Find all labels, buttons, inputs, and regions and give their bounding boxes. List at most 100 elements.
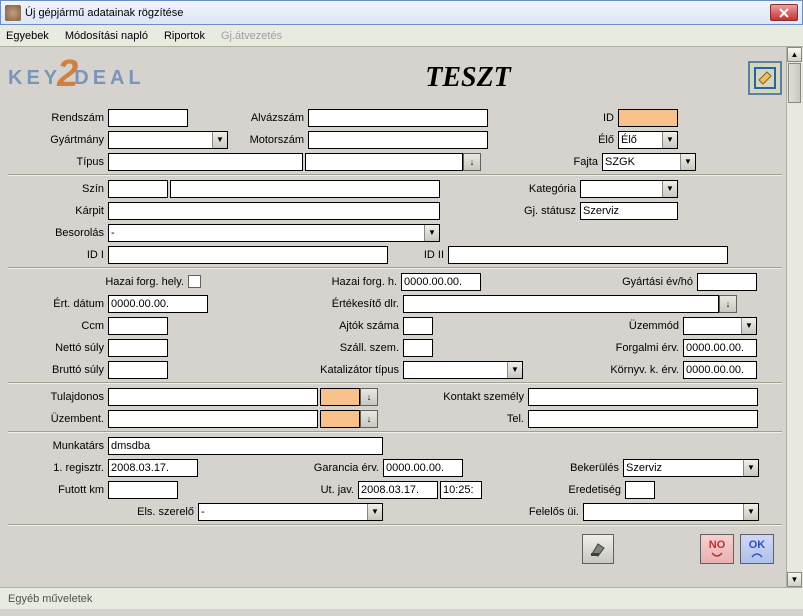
label-rendszam: Rendszám [8,112,108,124]
tulajdonos-code-field[interactable] [320,388,360,406]
label-hazai-h: Hazai forg. h. [201,276,401,288]
gyartasi-field[interactable] [697,273,757,291]
uzembent-code-field[interactable] [320,410,360,428]
szin-code-field[interactable] [108,180,168,198]
label-brutto: Bruttó súly [8,364,108,376]
tulajdonos-lookup-button[interactable]: ↓ [360,388,378,406]
gjstatusz-field[interactable]: Szerviz [580,202,678,220]
uzembent-field[interactable] [108,410,318,428]
menu-gjatvezetes: Gj.átvezetés [221,30,282,42]
footer-buttons: NO OK [8,528,782,570]
ccm-field[interactable] [108,317,168,335]
motorszam-field[interactable] [308,131,488,149]
uzembent-lookup-button[interactable]: ↓ [360,410,378,428]
bekerules-select[interactable]: Szerviz▼ [623,459,759,477]
kat-tipus-select[interactable]: ▼ [403,361,523,379]
menu-modositasi-naplo[interactable]: Módosítási napló [65,30,148,42]
label-id2: ID II [388,249,448,261]
chevron-down-icon: ▼ [212,132,227,148]
chevron-down-icon: ▼ [743,460,758,476]
vertical-scrollbar[interactable]: ▲ ▼ [786,47,803,587]
eraser-button[interactable] [582,534,614,564]
label-regisztr1: 1. regisztr. [8,462,108,474]
uzemmod-select[interactable]: ▼ [683,317,757,335]
elo-select[interactable]: Élő▼ [618,131,678,149]
id2-field[interactable] [448,246,728,264]
netto-field[interactable] [108,339,168,357]
tel-field[interactable] [528,410,758,428]
scroll-thumb[interactable] [788,63,801,103]
main-form: KEY 2 DEAL TESZT Rendszám Alvázszám ID G… [0,47,786,587]
rendszam-field[interactable] [108,109,188,127]
garancia-field[interactable]: 0000.00.00. [383,459,463,477]
label-uzembent: Üzembent. [8,413,108,425]
label-id: ID [488,112,618,124]
regisztr1-field[interactable]: 2008.03.17. [108,459,198,477]
label-kat-tipus: Katalizátor típus [168,364,403,376]
label-ert-datum: Ért. dátum [8,298,108,310]
id-field[interactable] [618,109,678,127]
no-button[interactable]: NO [700,534,734,564]
ert-dlr-lookup-button[interactable]: ↓ [719,295,737,313]
label-kategoria: Kategória [440,183,580,195]
label-hazai-hely: Hazai forg. hely. [8,276,188,288]
label-bekerules: Bekerülés [463,462,623,474]
utjav-date-field[interactable]: 2008.03.17. [358,481,438,499]
label-els-szerelo: Els. szerelő [8,506,198,518]
forgalmi-field[interactable]: 0000.00.00. [683,339,757,357]
munkatars-field[interactable]: dmsdba [108,437,383,455]
scroll-up-button[interactable]: ▲ [787,47,802,62]
tipus-field-1[interactable] [108,153,303,171]
kornyv-field[interactable]: 0000.00.00. [683,361,757,379]
ok-button[interactable]: OK [740,534,774,564]
label-elo: Élő [488,134,618,146]
page-title: TESZT [188,62,748,94]
label-tulajdonos: Tulajdonos [8,391,108,403]
window-title: Új gépjármű adatainak rögzítése [25,7,770,19]
menu-egyebek[interactable]: Egyebek [6,30,49,42]
hazai-hely-checkbox[interactable] [188,275,201,288]
ert-datum-field[interactable]: 0000.00.00. [108,295,208,313]
utjav-time-field[interactable]: 10:25: [440,481,482,499]
label-utjav: Ut. jav. [178,484,358,496]
tulajdonos-field[interactable] [108,388,318,406]
label-gyartasi: Gyártási év/hó [481,276,697,288]
label-karpit: Kárpit [8,205,108,217]
kontakt-field[interactable] [528,388,758,406]
hazai-h-field[interactable]: 0000.00.00. [401,273,481,291]
tipus-lookup-button[interactable]: ↓ [463,153,481,171]
app-icon [5,5,21,21]
szin-name-field[interactable] [170,180,440,198]
id1-field[interactable] [108,246,388,264]
scroll-down-button[interactable]: ▼ [787,572,802,587]
label-uzemmod: Üzemmód [433,320,683,332]
label-szin: Szín [8,183,108,195]
edit-button[interactable] [748,61,782,95]
brutto-field[interactable] [108,361,168,379]
szall-field[interactable] [403,339,433,357]
label-ccm: Ccm [8,320,108,332]
menu-riportok[interactable]: Riportok [164,30,205,42]
chevron-down-icon: ▼ [367,504,382,520]
futott-field[interactable] [108,481,178,499]
eredetiseg-field[interactable] [625,481,655,499]
chevron-down-icon: ▼ [662,181,677,197]
besorolas-select[interactable]: -▼ [108,224,440,242]
close-button[interactable] [770,4,798,21]
label-alvazszam: Alvázszám [188,112,308,124]
els-szerelo-select[interactable]: -▼ [198,503,383,521]
kategoria-select[interactable]: ▼ [580,180,678,198]
karpit-field[interactable] [108,202,440,220]
felelos-select[interactable]: ▼ [583,503,759,521]
tipus-field-2[interactable] [305,153,463,171]
label-gyartmany: Gyártmány [8,134,108,146]
gyartmany-select[interactable]: ▼ [108,131,228,149]
label-garancia: Garancia érv. [198,462,383,474]
alvazszam-field[interactable] [308,109,488,127]
label-munkatars: Munkatárs [8,440,108,452]
menubar: Egyebek Módosítási napló Riportok Gj.átv… [0,25,803,47]
ert-dlr-field[interactable] [403,295,719,313]
label-fajta: Fajta [481,156,602,168]
fajta-select[interactable]: SZGK▼ [602,153,696,171]
ajtok-field[interactable] [403,317,433,335]
